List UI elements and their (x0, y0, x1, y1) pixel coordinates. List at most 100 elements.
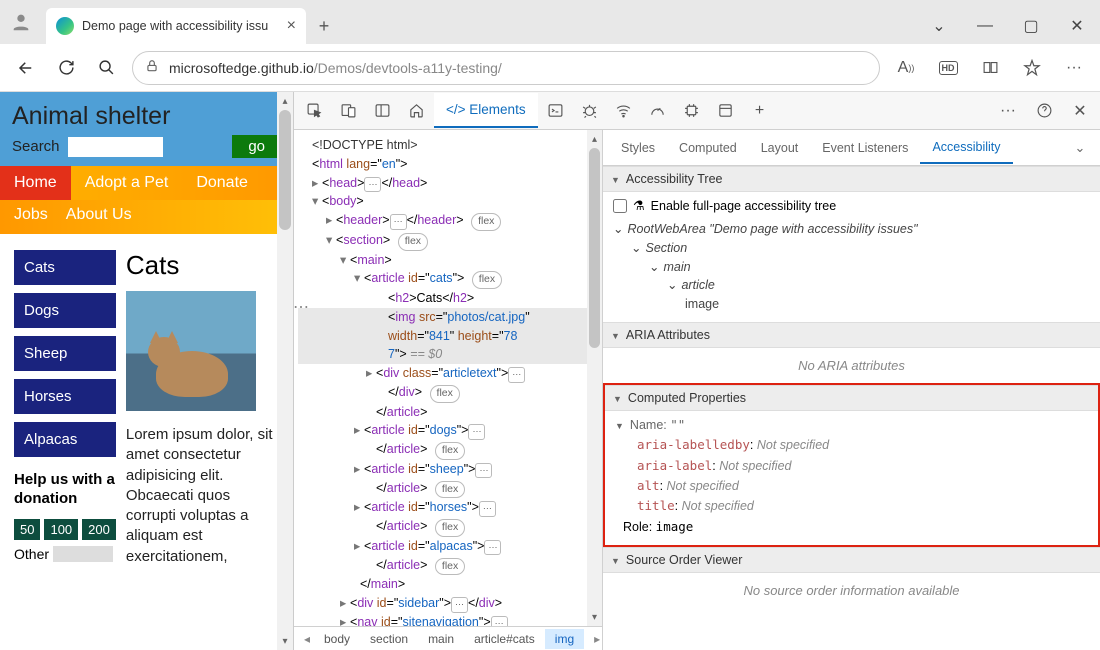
browser-tab[interactable]: Demo page with accessibility issu × (46, 8, 306, 44)
reader-icon[interactable] (970, 48, 1010, 88)
bug-icon[interactable] (574, 96, 606, 126)
elements-tab[interactable]: </> Elements (434, 93, 538, 128)
selected-dom-node[interactable]: <img src="photos/cat.jpg" (298, 308, 602, 327)
crumb-right-icon[interactable]: ▸ (584, 629, 604, 649)
aria-attrs-header[interactable]: ARIA Attributes (603, 322, 1100, 348)
page-sidebar: Cats Dogs Sheep Horses Alpacas Help us w… (14, 250, 116, 567)
address-bar[interactable]: microsoftedge.github.io/Demos/devtools-a… (132, 51, 880, 85)
donate-50[interactable]: 50 (14, 519, 40, 540)
source-order-header[interactable]: Source Order Viewer (603, 547, 1100, 573)
inspect-icon[interactable] (298, 96, 330, 126)
edge-favicon (56, 17, 74, 35)
donate-100[interactable]: 100 (44, 519, 78, 540)
nav-about[interactable]: About Us (66, 206, 132, 224)
page-scrollbar[interactable]: ▴▾ (277, 92, 293, 650)
styles-tab[interactable]: Styles (609, 133, 667, 163)
other-label: Other (14, 546, 49, 562)
help-icon[interactable] (1028, 96, 1060, 126)
cat-image (126, 291, 256, 411)
nav-jobs[interactable]: Jobs (14, 206, 48, 224)
help-heading: Help us with a donation (14, 471, 116, 509)
minimize-icon[interactable]: — (962, 8, 1008, 44)
search-icon[interactable] (86, 48, 126, 88)
devtools-menu-icon[interactable]: ··· (992, 96, 1024, 126)
nav-adopt[interactable]: Adopt a Pet (71, 166, 183, 200)
search-label: Search (12, 138, 60, 155)
performance-icon[interactable] (642, 96, 674, 126)
devtools-tabs: </> Elements + ··· ✕ (294, 92, 1100, 130)
sidebar-dogs[interactable]: Dogs (14, 293, 116, 328)
enable-full-tree-checkbox[interactable] (613, 199, 627, 213)
primary-nav: Home Adopt a Pet Donate (0, 166, 293, 200)
welcome-icon[interactable] (400, 96, 432, 126)
crumb-section[interactable]: section (360, 629, 418, 649)
search-input[interactable] (68, 137, 163, 157)
sidebar-alpacas[interactable]: Alpacas (14, 422, 116, 457)
back-button[interactable] (6, 48, 46, 88)
sidebar-sheep[interactable]: Sheep (14, 336, 116, 371)
browser-toolbar: microsoftedge.github.io/Demos/devtools-a… (0, 44, 1100, 92)
doctype: <!DOCTYPE html> (312, 138, 418, 152)
new-tab-button[interactable]: + (306, 8, 342, 44)
window-controls: ⌄ — ▢ ✕ (916, 8, 1100, 44)
url-host: microsoftedge.github.io (169, 60, 314, 76)
url-path: /Demos/devtools-a11y-testing/ (314, 60, 502, 76)
ax-tree[interactable]: RootWebArea "Demo page with accessibilit… (613, 220, 1090, 314)
devtools-close-icon[interactable]: ✕ (1064, 96, 1096, 126)
dom-scrollbar[interactable]: ▴▾ (587, 130, 602, 626)
computed-tab[interactable]: Computed (667, 133, 749, 163)
gutter-dots-icon[interactable]: ⋯ (294, 296, 307, 320)
dom-tree[interactable]: ⋯ <!DOCTYPE html> <html lang="en"> ▸<hea… (294, 130, 602, 626)
article-text: Lorem ipsum dolor, sit amet consectetur … (126, 425, 283, 567)
no-source-text: No source order information available (603, 573, 1100, 608)
article-heading: Cats (126, 250, 283, 281)
profile-icon[interactable] (0, 0, 42, 44)
crumb-article[interactable]: article#cats (464, 629, 545, 649)
rendered-page: Animal shelter Search go Home Adopt a Pe… (0, 92, 293, 650)
page-header: Animal shelter Search go (0, 92, 293, 166)
crumb-img[interactable]: img (545, 629, 584, 649)
other-input[interactable] (53, 546, 113, 562)
lock-icon (145, 59, 159, 76)
page-title: Animal shelter (12, 102, 281, 131)
computed-properties-highlight: Computed Properties Name: "" aria-labell… (603, 383, 1100, 547)
devtools: </> Elements + ··· ✕ ⋯ <!DOCTYPE html> <… (293, 92, 1100, 650)
layout-tab[interactable]: Layout (749, 133, 811, 163)
crumb-body[interactable]: body (314, 629, 360, 649)
crumb-left-icon[interactable]: ◂ (294, 629, 314, 649)
dom-breadcrumb[interactable]: ◂ body section main article#cats img ▸ (294, 626, 602, 650)
nav-donate[interactable]: Donate (182, 166, 262, 200)
console-icon[interactable] (540, 96, 572, 126)
dock-icon[interactable] (366, 96, 398, 126)
accessibility-tab[interactable]: Accessibility (920, 132, 1012, 164)
flask-icon: ⚗ (633, 198, 645, 214)
computed-props-header[interactable]: Computed Properties (605, 385, 1098, 411)
chevron-down-icon[interactable]: ⌄ (916, 8, 962, 44)
more-tabs-icon[interactable]: + (744, 96, 776, 126)
tab-close-icon[interactable]: × (287, 17, 296, 35)
read-aloud-icon[interactable]: A)) (886, 48, 926, 88)
menu-icon[interactable]: ··· (1054, 48, 1094, 88)
network-icon[interactable] (608, 96, 640, 126)
event-listeners-tab[interactable]: Event Listeners (810, 133, 920, 163)
styles-panel: Styles Computed Layout Event Listeners A… (602, 130, 1100, 650)
nav-home[interactable]: Home (0, 166, 71, 200)
article: Cats Lorem ipsum dolor, sit amet consect… (126, 250, 283, 567)
crumb-main[interactable]: main (418, 629, 464, 649)
ax-tree-header[interactable]: Accessibility Tree (603, 166, 1100, 192)
sidebar-horses[interactable]: Horses (14, 379, 116, 414)
maximize-icon[interactable]: ▢ (1008, 8, 1054, 44)
refresh-button[interactable] (46, 48, 86, 88)
content-area: Animal shelter Search go Home Adopt a Pe… (0, 92, 1100, 650)
enable-full-tree-label: Enable full-page accessibility tree (651, 199, 837, 213)
favorite-icon[interactable] (1012, 48, 1052, 88)
device-icon[interactable] (332, 96, 364, 126)
application-icon[interactable] (710, 96, 742, 126)
go-button[interactable]: go (232, 135, 281, 158)
chevron-down-icon[interactable]: ⌄ (1066, 140, 1094, 156)
sidebar-cats[interactable]: Cats (14, 250, 116, 285)
donate-200[interactable]: 200 (82, 519, 116, 540)
hd-icon[interactable]: HD (928, 48, 968, 88)
memory-icon[interactable] (676, 96, 708, 126)
close-icon[interactable]: ✕ (1054, 8, 1100, 44)
